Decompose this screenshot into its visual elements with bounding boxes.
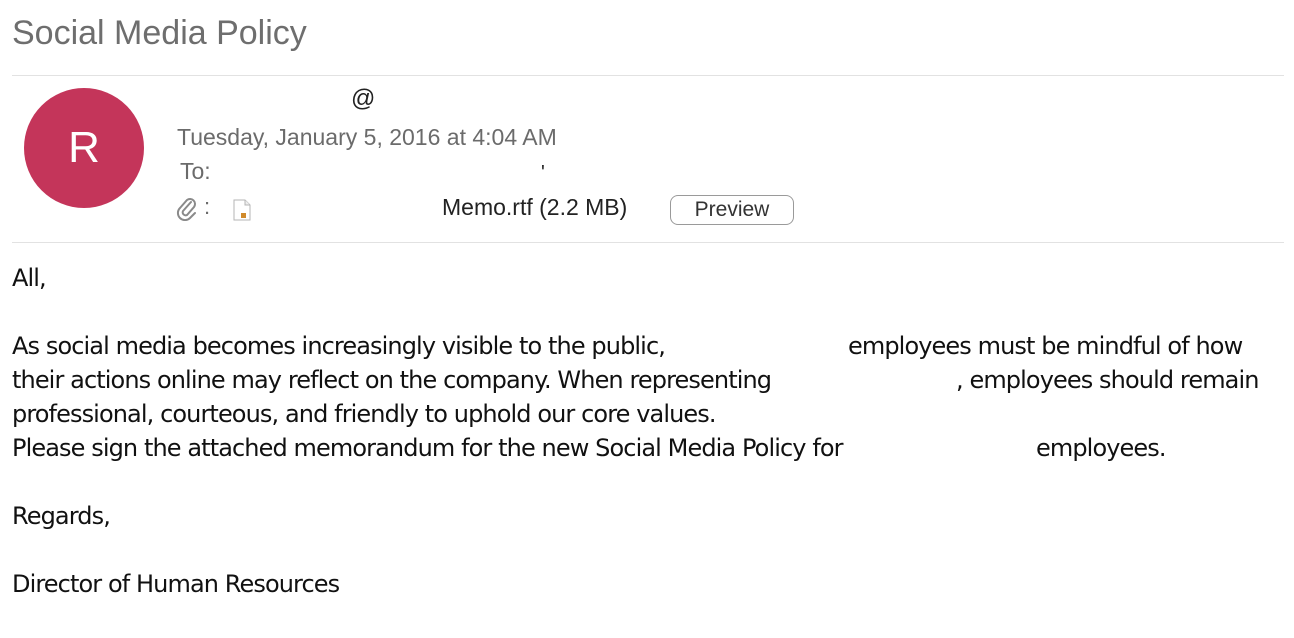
body-text-segment: , employees should remain — [956, 366, 1259, 394]
body-text-segment: their actions online may reflect on the … — [12, 366, 772, 394]
greeting: All, — [12, 264, 47, 292]
header-divider — [12, 75, 1284, 76]
paragraph-line: their actions online may reflect on the … — [12, 366, 1282, 396]
signature: Director of Human Resources — [12, 570, 340, 598]
attachment-filename[interactable]: Memo.rtf (2.2 MB) — [442, 194, 627, 221]
paragraph-line: professional, courteous, and friendly to… — [12, 400, 717, 428]
attachment-row: : Memo.rtf (2.2 MB) Preview — [176, 194, 796, 225]
attachment-colon: : — [204, 194, 211, 219]
sender-address[interactable]: @ — [351, 85, 375, 113]
email-date: Tuesday, January 5, 2016 at 4:04 AM — [177, 124, 557, 150]
paragraph-line: As social media becomes increasingly vis… — [12, 332, 1282, 362]
paragraph-line: Please sign the attached memorandum for … — [12, 434, 1282, 464]
body-text-segment: employees must be mindful of how — [848, 332, 1243, 360]
body-text-segment: employees. — [1036, 434, 1167, 462]
paperclip-icon — [176, 198, 196, 221]
body-text-segment: Please sign the attached memorandum for … — [12, 434, 844, 462]
email-subject: Social Media Policy — [12, 14, 307, 52]
recipient-address[interactable]: ' — [541, 162, 545, 185]
preview-button[interactable]: Preview — [670, 195, 794, 225]
sender-avatar: R — [24, 88, 144, 208]
closing: Regards, — [12, 502, 111, 530]
body-divider — [12, 242, 1284, 243]
body-text-segment: As social media becomes increasingly vis… — [12, 332, 666, 360]
to-label: To: — [180, 158, 211, 184]
rtf-file-icon[interactable] — [233, 199, 251, 221]
